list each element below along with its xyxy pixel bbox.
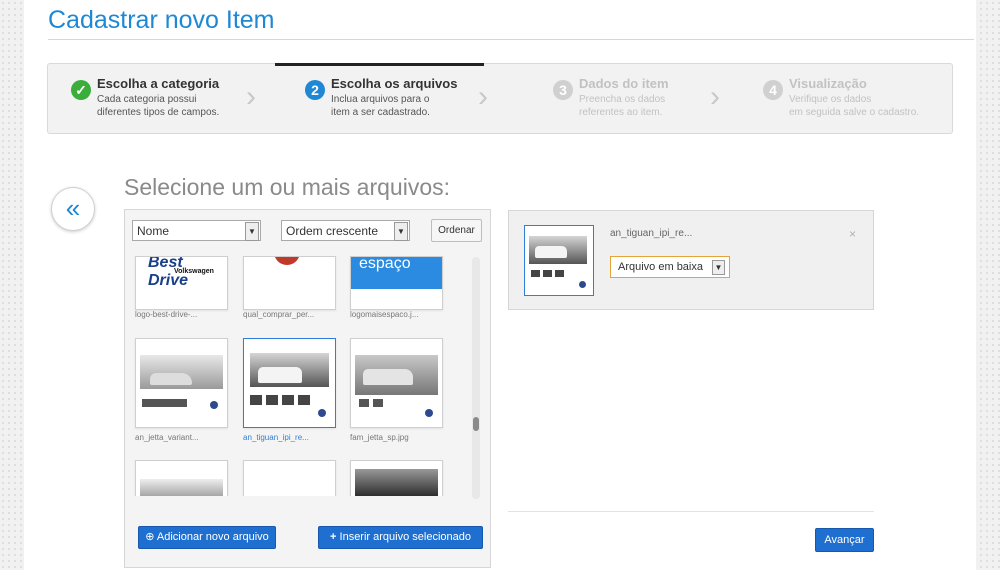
step-description: Cada categoria possui diferentes tipos de… (97, 94, 220, 118)
step-number: 4 (763, 80, 783, 100)
check-icon: ✓ (71, 80, 91, 100)
thumb-car-shape (535, 246, 567, 258)
step-category: ✓ Escolha a categoria Cada categoria pos… (71, 64, 271, 133)
add-file-button[interactable]: ⊕ Adicionar novo arquivo (138, 526, 276, 549)
thumb-graphic (274, 257, 300, 265)
section-title: Selecione um ou mais arquivos: (124, 174, 450, 200)
thumb-car-shape (363, 369, 413, 385)
step-title: Visualização (789, 76, 867, 91)
thumb-vw-logo (318, 409, 326, 417)
chevron-left-icon: « (65, 193, 81, 223)
sort-field-value: Nome (137, 224, 170, 238)
thumb-vw-logo (425, 409, 433, 417)
wizard-stepper: ✓ Escolha a categoria Cada categoria pos… (47, 63, 953, 134)
selected-file-name: an_tiguan_ipi_re... (610, 228, 693, 239)
step-number: 2 (305, 80, 325, 100)
thumb-detail (359, 399, 369, 407)
file-browser: Nome ▼ Ordem crescente ▼ Ordenar Best Dr… (124, 209, 491, 568)
file-thumb[interactable] (135, 338, 228, 428)
step-files: 2 Escolha os arquivos Inclua arquivos pa… (305, 64, 505, 133)
thumb-detail (250, 395, 262, 405)
file-thumb[interactable] (350, 460, 443, 496)
file-mode-select[interactable]: Arquivo em baixa ▼ (610, 256, 730, 278)
thumb-logo-text: espaço (359, 256, 411, 272)
file-thumb[interactable] (243, 460, 336, 496)
file-name[interactable]: fam_jetta_sp.jpg (350, 433, 409, 442)
plus-circle-icon: ⊕ (145, 531, 155, 543)
thumb-detail (543, 270, 552, 277)
thumb-photo (355, 469, 438, 496)
thumb-vw-logo (210, 401, 218, 409)
file-name[interactable]: an_jetta_variant... (135, 433, 199, 442)
file-mode-value: Arquivo em baixa (618, 261, 703, 273)
thumb-logo-subtext: Volkswagen (174, 268, 214, 275)
sort-field-select[interactable]: Nome ▼ (132, 220, 261, 241)
dropdown-arrow-icon: ▼ (712, 260, 725, 275)
page: Cadastrar novo Item ✓ Escolha a categori… (24, 0, 976, 570)
file-thumb-selected[interactable] (243, 338, 336, 428)
next-button[interactable]: Avançar (815, 528, 874, 552)
sort-order-select[interactable]: Ordem crescente ▼ (281, 220, 410, 241)
scrollbar-thumb[interactable] (473, 417, 479, 431)
add-file-label: Adicionar novo arquivo (156, 531, 269, 543)
thumb-detail (298, 395, 310, 405)
insert-file-label: Inserir arquivo selecionado (339, 531, 471, 543)
dropdown-arrow-icon: ▼ (394, 222, 408, 241)
file-grid-scrollbar[interactable] (472, 257, 480, 499)
step-number: 3 (553, 80, 573, 100)
thumb-detail (373, 399, 383, 407)
step-item-data: 3 Dados do item Preencha os dados referen… (553, 64, 753, 133)
step-title: Dados do item (579, 76, 669, 91)
step-description: Verifique os dados em seguida salve o cad… (789, 94, 920, 118)
thumb-detail (142, 399, 187, 407)
chevron-right-icon: › (246, 80, 256, 113)
thumb-detail (555, 270, 564, 277)
thumb-vw-logo (579, 281, 586, 288)
step-preview: 4 Visualização Verifique os dados em segu… (763, 64, 943, 133)
thumb-car-shape (258, 367, 302, 383)
step-description: Inclua arquivos para o item a ser cadastr… (331, 94, 430, 118)
step-title: Escolha a categoria (97, 76, 220, 91)
file-thumb[interactable] (350, 338, 443, 428)
divider (508, 511, 874, 512)
file-name-selected[interactable]: an_tiguan_ipi_re... (243, 433, 309, 442)
insert-file-button[interactable]: + Inserir arquivo selecionado (318, 526, 483, 549)
file-name[interactable]: logo-best-drive-... (135, 310, 197, 319)
file-thumb[interactable] (243, 256, 336, 310)
close-icon[interactable]: × (849, 227, 856, 241)
selected-files-panel: an_tiguan_ipi_re... × Arquivo em baixa ▼ (508, 210, 874, 310)
thumb-detail (266, 395, 278, 405)
thumb-photo (140, 479, 223, 496)
file-grid: Best Drive Volkswagen logo-best-drive-..… (133, 256, 463, 496)
sort-order-value: Ordem crescente (286, 224, 379, 238)
title-divider (48, 39, 974, 40)
file-thumb[interactable]: Best Drive Volkswagen (135, 256, 228, 310)
dropdown-arrow-icon: ▼ (245, 222, 259, 241)
plus-icon: + (330, 531, 337, 543)
file-thumb[interactable] (135, 460, 228, 496)
selected-file-thumb (524, 225, 594, 296)
file-name[interactable]: qual_comprar_per... (243, 310, 314, 319)
order-button[interactable]: Ordenar (431, 219, 482, 242)
file-name[interactable]: logomaisespaco.j... (350, 310, 418, 319)
thumb-detail (531, 270, 540, 277)
chevron-right-icon: › (710, 80, 720, 113)
step-title: Escolha os arquivos (331, 76, 458, 91)
page-title: Cadastrar novo Item (48, 6, 275, 34)
thumb-detail (282, 395, 294, 405)
file-thumb[interactable]: espaço (350, 256, 443, 310)
thumb-car-shape (150, 373, 192, 385)
back-button[interactable]: « (51, 187, 95, 231)
chevron-right-icon: › (478, 80, 488, 113)
